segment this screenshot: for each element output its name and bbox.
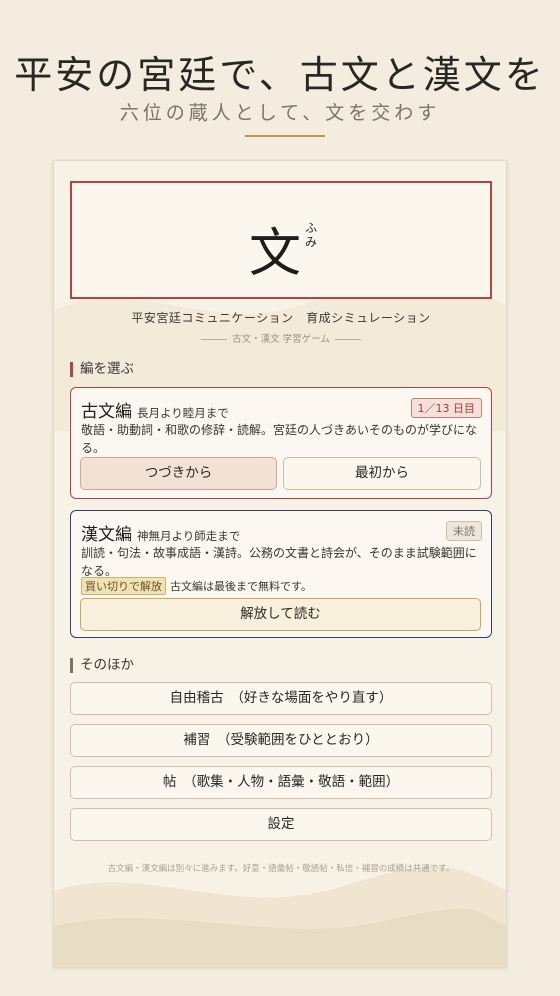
phone-screen: 文 ふみ 平安宮廷コミュニケーション 育成シミュレーション 古文・漢文 学習ゲー…: [53, 160, 507, 968]
settings-button[interactable]: 設定: [70, 808, 492, 841]
background-wave-bottom: [54, 866, 506, 967]
restart-button[interactable]: 最初から: [283, 457, 481, 490]
hero-subtitle: 六位の蔵人として、文を交わす: [119, 102, 441, 124]
chapter-card-kobun: 古文編 長月より睦月まで 1／13 日目 敬語・助動詞・和歌の修辞・読解。宮廷の人…: [70, 387, 492, 499]
tagline-rule-right: [334, 339, 361, 340]
chapter-name: 古文編: [81, 402, 132, 422]
chapter-description: 敬語・助動詞・和歌の修辞・読解。宮廷の人づきあいそのものが学びになる。: [81, 423, 478, 455]
logo-ruby: ふみ: [304, 221, 317, 249]
progress-badge: 1／13 日目: [410, 398, 482, 418]
footnote: 古文編・漢文編は別々に進みます。好意・語彙帖・敬語帖・私信・補習の成績は共通です…: [107, 864, 455, 874]
review-button[interactable]: 補習 （受験範囲をひととおり）: [70, 724, 492, 757]
chapter-name: 漢文編: [81, 525, 132, 545]
logo-box: 文 ふみ: [70, 181, 492, 299]
section-label-other: そのほか: [70, 658, 134, 673]
notebook-button[interactable]: 帖 （歌集・人物・語彙・敬語・範囲）: [70, 766, 492, 799]
continue-button[interactable]: つづきから: [80, 457, 277, 490]
logo-kanji: 文: [249, 224, 302, 284]
app-subtitle: 平安宮廷コミュニケーション 育成シミュレーション: [131, 311, 431, 325]
chapter-card-kanbun: 漢文編 神無月より師走まで 未読 訓読・句法・故事成語・漢詩。公務の文書と詩会が、…: [70, 510, 492, 638]
unread-badge: 未読: [446, 521, 482, 541]
chapter-description: 訓読・句法・故事成語・漢詩。公務の文書と詩会が、そのまま試験範囲になる。: [81, 546, 477, 578]
hero-divider: [245, 135, 325, 137]
purchase-tag: 買い切りで解放: [81, 577, 166, 595]
tagline-text: 古文・漢文 学習ゲーム: [232, 334, 330, 345]
chapter-period: 長月より睦月まで: [137, 406, 229, 420]
section-label-chapters: 編を選ぶ: [70, 362, 134, 377]
purchase-note: 古文編は最後まで無料です。: [170, 580, 312, 593]
chapter-header: 漢文編 神無月より師走まで: [81, 520, 240, 545]
hero-title: 平安の宮廷で、古文と漢文を: [14, 53, 546, 97]
chapter-period: 神無月より師走まで: [137, 529, 241, 543]
tagline-rule-left: [201, 339, 228, 340]
free-practice-button[interactable]: 自由稽古 （好きな場面をやり直す）: [70, 682, 492, 715]
app-tagline: 古文・漢文 学習ゲーム: [54, 331, 506, 345]
purchase-info: 買い切りで解放 古文編は最後まで無料です。: [81, 577, 312, 595]
chapter-header: 古文編 長月より睦月まで: [81, 397, 229, 422]
unlock-button[interactable]: 解放して読む: [80, 598, 481, 631]
